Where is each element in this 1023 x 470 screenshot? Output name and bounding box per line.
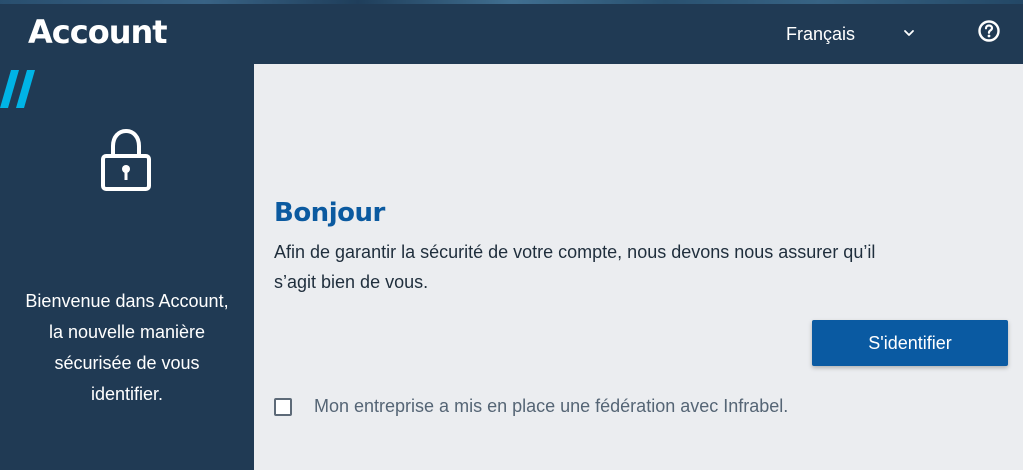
welcome-line: identifier.	[90, 384, 164, 404]
intro-text: Afin de garantir la sécurité de votre co…	[274, 237, 1004, 297]
sign-in-button[interactable]: S'identifier	[812, 320, 1008, 366]
top-bar: Account Français	[0, 0, 1023, 64]
intro-line: s’agit bien de vous.	[274, 272, 429, 292]
welcome-line: sécurisée de vous	[54, 353, 200, 373]
language-selected-value: Français	[786, 24, 856, 44]
intro-line: Afin de garantir la sécurité de votre co…	[274, 242, 876, 262]
language-select[interactable]: Français	[786, 20, 916, 48]
welcome-line: la nouvelle manière	[48, 322, 206, 342]
app-title: Account	[28, 13, 168, 51]
welcome-line: Bienvenue dans Account,	[25, 291, 229, 311]
header-background-strip	[0, 0, 1023, 4]
double-slash-icon	[0, 70, 40, 110]
chevron-down-icon	[902, 20, 916, 48]
main-content: Bonjour Afin de garantir la sécurité de …	[254, 64, 1023, 470]
federation-option[interactable]: Mon entreprise a mis en place une fédéra…	[274, 394, 974, 418]
help-icon[interactable]	[977, 19, 1001, 43]
federation-checkbox[interactable]	[274, 398, 292, 416]
federation-checkbox-label[interactable]: Mon entreprise a mis en place une fédéra…	[314, 394, 788, 418]
welcome-message: Bienvenue dans Account, la nouvelle mani…	[0, 286, 254, 410]
sidebar-panel: Bienvenue dans Account, la nouvelle mani…	[0, 64, 254, 470]
padlock-icon	[98, 126, 154, 194]
page-heading: Bonjour	[274, 198, 385, 228]
